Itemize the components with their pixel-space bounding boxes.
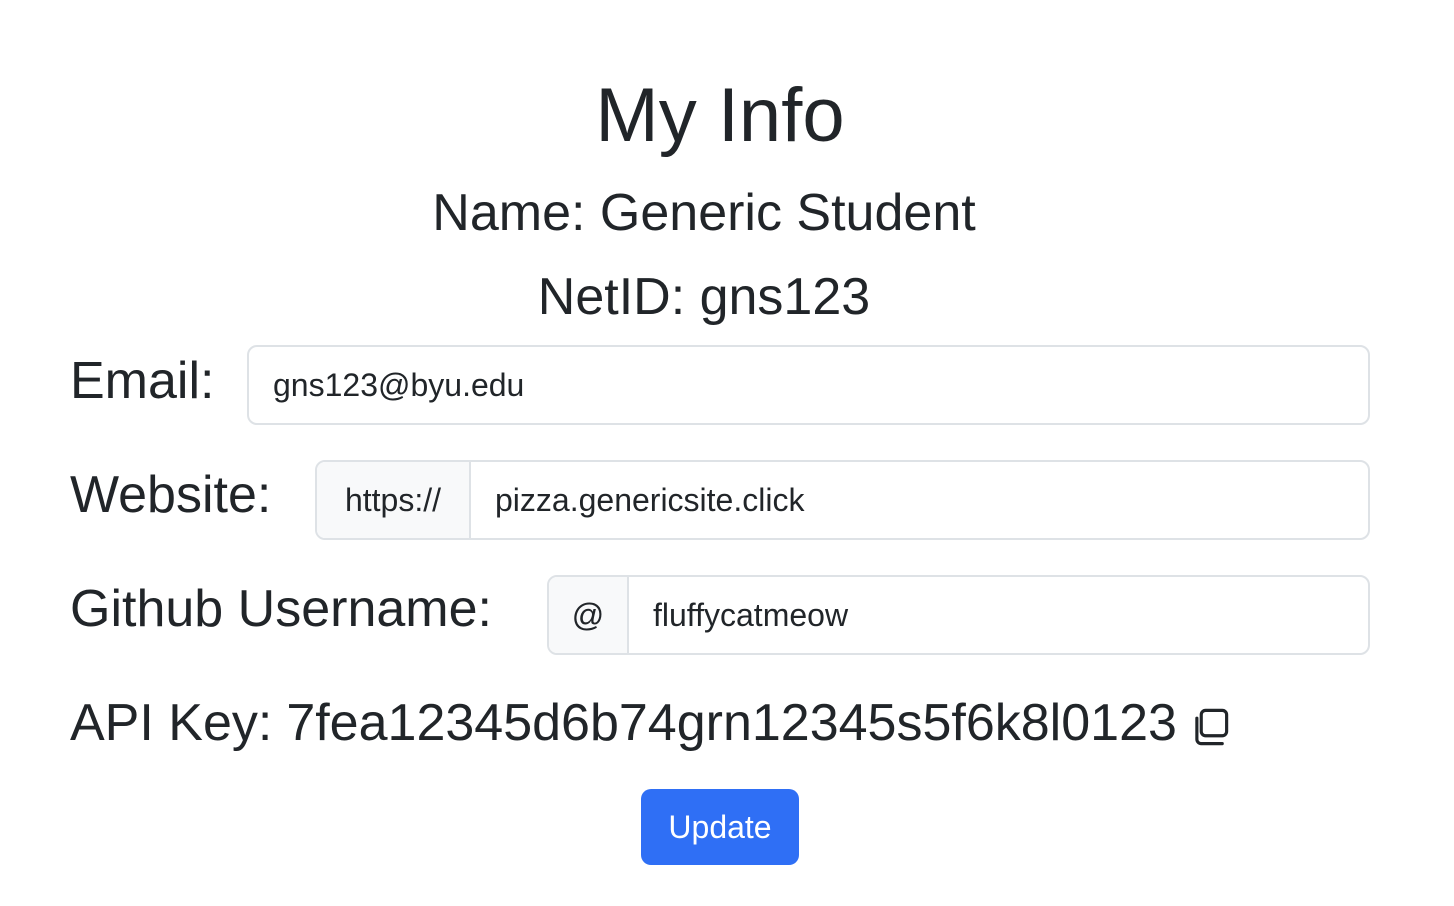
github-username-input[interactable] <box>629 577 1368 653</box>
student-name: Name: Generic Student <box>432 184 976 242</box>
website-field-group: https:// <box>315 460 1370 540</box>
email-field-group <box>247 345 1370 425</box>
copy-icon[interactable] <box>1189 706 1231 748</box>
api-key-label: API Key: <box>70 694 273 752</box>
api-key-value: 7fea12345d6b74grn12345s5f6k8l0123 <box>286 694 1177 752</box>
update-button[interactable]: Update <box>641 789 799 865</box>
website-prefix: https:// <box>317 462 471 538</box>
page-title: My Info <box>595 73 845 158</box>
website-label: Website: <box>70 466 272 524</box>
website-input[interactable] <box>471 462 1368 538</box>
github-label: Github Username: <box>70 580 492 638</box>
api-key-row: API Key: 7fea12345d6b74grn12345s5f6k8l01… <box>70 692 1231 754</box>
my-info-page: My Info Name: Generic Student NetID: gns… <box>0 0 1454 906</box>
student-netid: NetID: gns123 <box>537 268 871 326</box>
email-input[interactable] <box>249 347 1368 423</box>
github-field-group: @ <box>547 575 1370 655</box>
github-prefix: @ <box>549 577 629 653</box>
email-label: Email: <box>70 352 215 410</box>
